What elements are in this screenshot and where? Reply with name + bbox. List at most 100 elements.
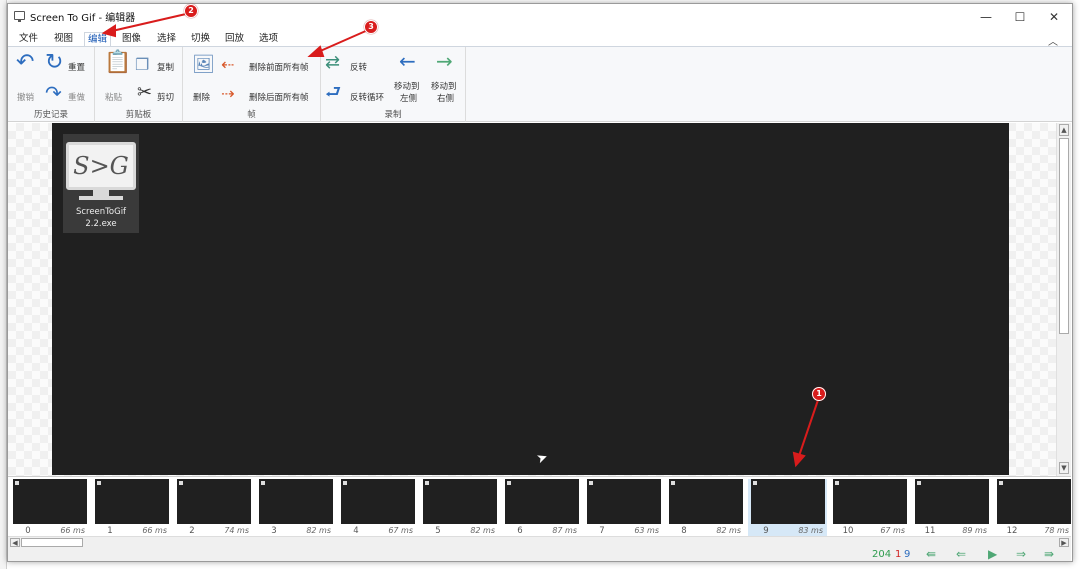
frame-delay: 82 ms <box>470 526 495 535</box>
redo-button[interactable]: 重做 <box>68 91 85 103</box>
first-frame-icon[interactable]: ⇚ <box>926 547 936 561</box>
frame-delay: 66 ms <box>142 526 167 535</box>
timeline-frame[interactable]: 7 63 ms <box>584 479 663 537</box>
tab-view[interactable]: 视图 <box>51 32 76 47</box>
timeline-frame[interactable]: 11 89 ms <box>912 479 991 537</box>
timeline-frame[interactable]: 9 83 ms <box>748 479 827 537</box>
monitor-base <box>79 196 123 200</box>
frame-number: 2 <box>189 526 195 536</box>
frame-number: 11 <box>924 526 936 536</box>
paste-button[interactable]: 粘贴 <box>105 91 122 103</box>
delete-previous-icon[interactable]: ⇠ <box>221 55 234 75</box>
history-group: ↶ ↻ 重置 撤销 ↷ 重做 历史记录 <box>8 47 95 122</box>
yoyo-button[interactable]: 反转循环 <box>350 91 384 103</box>
frame-delay: 87 ms <box>552 526 577 535</box>
total-frames-count: 204 <box>872 549 892 560</box>
timeline-frame[interactable]: 4 67 ms <box>338 479 417 537</box>
annotation-badge-1: 1 <box>812 387 826 401</box>
previous-frame-icon[interactable]: ⇐ <box>956 547 966 561</box>
horizontal-scroll-thumb[interactable] <box>21 538 83 547</box>
horizontal-scrollbar[interactable]: ◀ ▶ <box>8 536 1071 548</box>
frame-thumbnail <box>587 479 661 524</box>
frame-thumbnail <box>177 479 251 524</box>
reset-icon[interactable]: ↻ <box>45 52 63 74</box>
close-button[interactable]: ✕ <box>1037 4 1071 29</box>
timeline-frame[interactable]: 0 66 ms <box>10 479 89 537</box>
undo-icon[interactable]: ↶ <box>16 52 34 74</box>
history-group-label: 历史记录 <box>33 110 68 120</box>
frame-number: 4 <box>353 526 359 536</box>
reverse-button[interactable]: 反转 <box>350 61 367 73</box>
delete-previous-button[interactable]: 删除前面所有帧 <box>249 61 309 73</box>
desktop-shortcut-label: ScreenToGif 2.2.exe <box>63 206 139 230</box>
paste-icon[interactable]: 📋 <box>104 52 131 74</box>
timeline-frame[interactable]: 5 82 ms <box>420 479 499 537</box>
tab-edit[interactable]: 编辑 <box>84 32 112 47</box>
tab-file[interactable]: 文件 <box>16 32 41 47</box>
delete-frame-icon[interactable]: 🖼 <box>192 55 215 75</box>
timeline-frame[interactable]: 3 82 ms <box>256 479 335 537</box>
editor-window: Screen To Gif - 编辑器 — ☐ ✕ 文件 视图 编辑 图像 选择… <box>7 3 1073 562</box>
copy-button[interactable]: 复制 <box>157 61 174 73</box>
timeline-frame[interactable]: 1 66 ms <box>92 479 171 537</box>
frame-thumbnail <box>997 479 1071 524</box>
window-title: Screen To Gif - 编辑器 <box>30 13 136 24</box>
tab-select[interactable]: 选择 <box>154 32 179 47</box>
frame-number: 6 <box>517 526 523 536</box>
delete-next-icon[interactable]: ⇢ <box>221 84 234 104</box>
reorder-group: ⇄ 反转 ⮐ 反转循环 ← 移动到 左侧 → 移动到 右侧 录制 <box>321 47 466 122</box>
move-right-line2[interactable]: 右侧 <box>437 92 454 104</box>
frame-thumbnail <box>833 479 907 524</box>
timeline-frame[interactable]: 8 82 ms <box>666 479 745 537</box>
move-left-line2[interactable]: 左侧 <box>400 92 417 104</box>
delete-button[interactable]: 删除 <box>193 91 210 103</box>
frame-canvas[interactable]: S>G ScreenToGif 2.2.exe ➤ <box>8 123 1056 476</box>
frame-number: 7 <box>599 526 605 536</box>
frame-thumbnail <box>95 479 169 524</box>
scroll-up-icon[interactable]: ▲ <box>1059 124 1069 136</box>
tab-playback[interactable]: 回放 <box>222 32 247 47</box>
redo-icon[interactable]: ↷ <box>45 83 62 103</box>
frame-delay: 83 ms <box>798 526 823 535</box>
move-left-line1[interactable]: 移动到 <box>394 80 420 92</box>
move-right-icon[interactable]: → <box>436 51 453 71</box>
timeline-frame[interactable]: 12 78 ms <box>994 479 1072 537</box>
vertical-scroll-thumb[interactable] <box>1059 138 1069 334</box>
frame-thumbnail <box>751 479 825 524</box>
scroll-right-icon[interactable]: ▶ <box>1059 538 1069 547</box>
delete-next-button[interactable]: 删除后面所有帧 <box>249 91 309 103</box>
tab-image[interactable]: 图像 <box>119 32 144 47</box>
next-frame-icon[interactable]: ⇒ <box>1016 547 1026 561</box>
frame-thumbnail <box>13 479 87 524</box>
maximize-button[interactable]: ☐ <box>1003 4 1037 29</box>
scroll-left-icon[interactable]: ◀ <box>10 538 20 547</box>
frame-thumbnail <box>505 479 579 524</box>
copy-icon[interactable]: ❐ <box>135 55 149 75</box>
undo-button[interactable]: 撤销 <box>17 91 34 103</box>
timeline-frame[interactable]: 2 74 ms <box>174 479 253 537</box>
play-icon[interactable]: ▶ <box>988 547 997 561</box>
move-right-line1[interactable]: 移动到 <box>431 80 457 92</box>
tab-transitions[interactable]: 切换 <box>188 32 213 47</box>
minimize-button[interactable]: — <box>969 4 1003 29</box>
vertical-scrollbar[interactable]: ▲ ▼ <box>1056 123 1071 476</box>
reset-button[interactable]: 重置 <box>68 61 85 73</box>
title-bar: Screen To Gif - 编辑器 — ☐ ✕ <box>8 4 1072 29</box>
yoyo-icon[interactable]: ⮐ <box>325 83 341 103</box>
tab-options[interactable]: 选项 <box>256 32 281 47</box>
frame-thumbnail <box>341 479 415 524</box>
cut-icon[interactable]: ✂ <box>137 83 152 103</box>
cut-button[interactable]: 剪切 <box>157 91 174 103</box>
frame-thumbnail <box>423 479 497 524</box>
selected-frames-count: 1 <box>895 549 902 560</box>
timeline-frame[interactable]: 10 67 ms <box>830 479 909 537</box>
frames-group: 🖼 删除 ⇠ 删除前面所有帧 ⇢ 删除后面所有帧 帧 <box>183 47 321 122</box>
desktop-shortcut: S>G ScreenToGif 2.2.exe <box>63 134 139 233</box>
status-bar: 204 1 9 ⇚ ⇐ ▶ ⇒ ⇛ <box>8 547 1071 561</box>
timeline-frame[interactable]: 6 87 ms <box>502 479 581 537</box>
last-frame-icon[interactable]: ⇛ <box>1044 547 1054 561</box>
scroll-down-icon[interactable]: ▼ <box>1059 462 1069 474</box>
move-left-icon[interactable]: ← <box>399 51 416 71</box>
ribbon-tabs: 文件 视图 编辑 图像 选择 切换 回放 选项 ︿ <box>8 30 1072 48</box>
reverse-icon[interactable]: ⇄ <box>325 53 340 73</box>
